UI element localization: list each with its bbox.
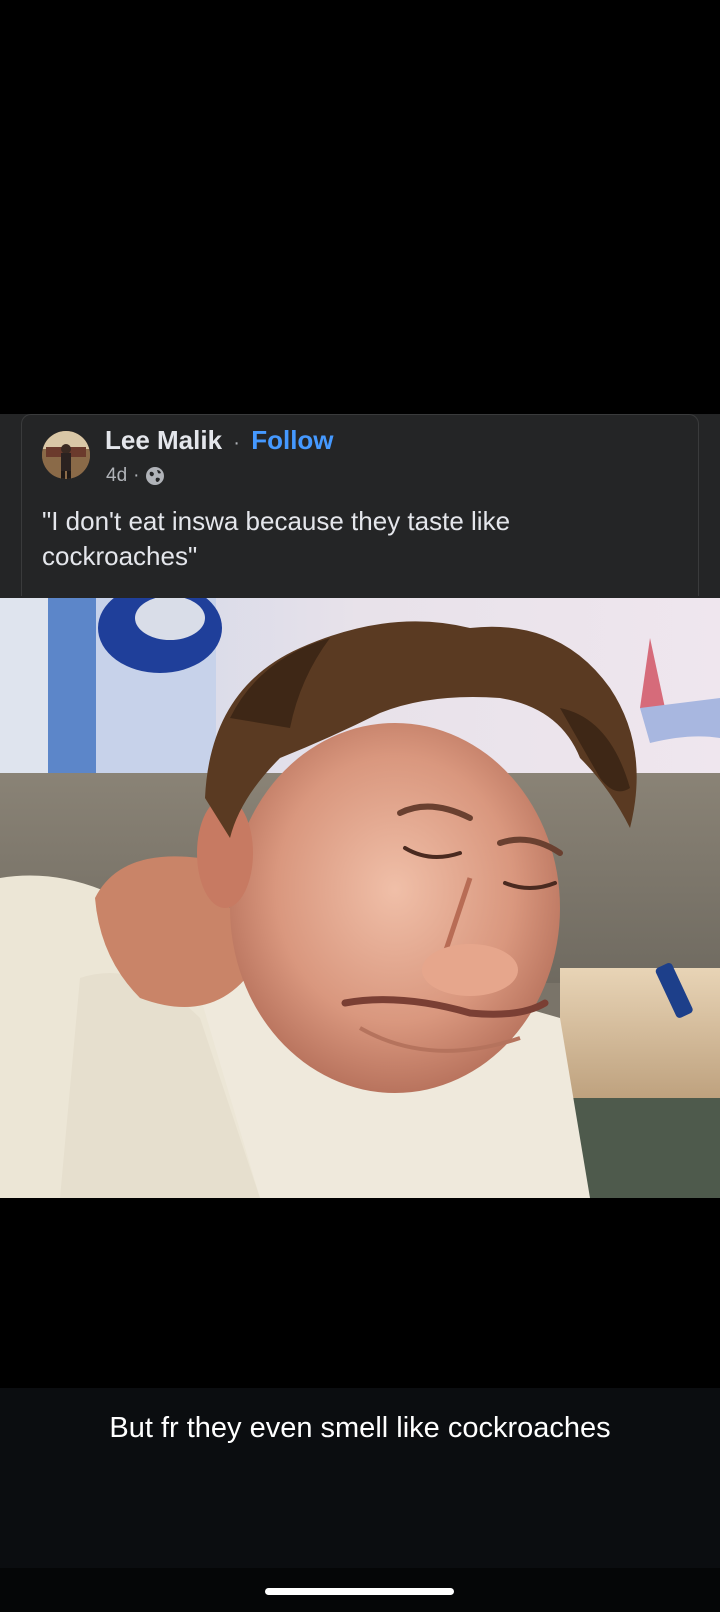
avatar-image xyxy=(42,431,90,479)
author-name[interactable]: Lee Malik xyxy=(105,425,222,455)
post-header: Lee Malik · Follow xyxy=(105,423,334,460)
post-meta: 4d · xyxy=(106,464,165,488)
follow-button[interactable]: Follow xyxy=(251,425,333,455)
post-photo[interactable] xyxy=(0,598,720,1198)
globe-icon[interactable] xyxy=(145,466,165,486)
post-text: "I don't eat inswa because they taste li… xyxy=(42,506,511,571)
header-separator: · xyxy=(233,432,240,454)
home-indicator[interactable] xyxy=(265,1588,454,1595)
photo-image xyxy=(0,598,720,1198)
caption-text: But fr they even smell like cockroaches xyxy=(109,1412,611,1444)
author-avatar[interactable] xyxy=(42,431,90,479)
post-timestamp[interactable]: 4d xyxy=(106,464,127,488)
meta-separator: · xyxy=(133,465,140,486)
